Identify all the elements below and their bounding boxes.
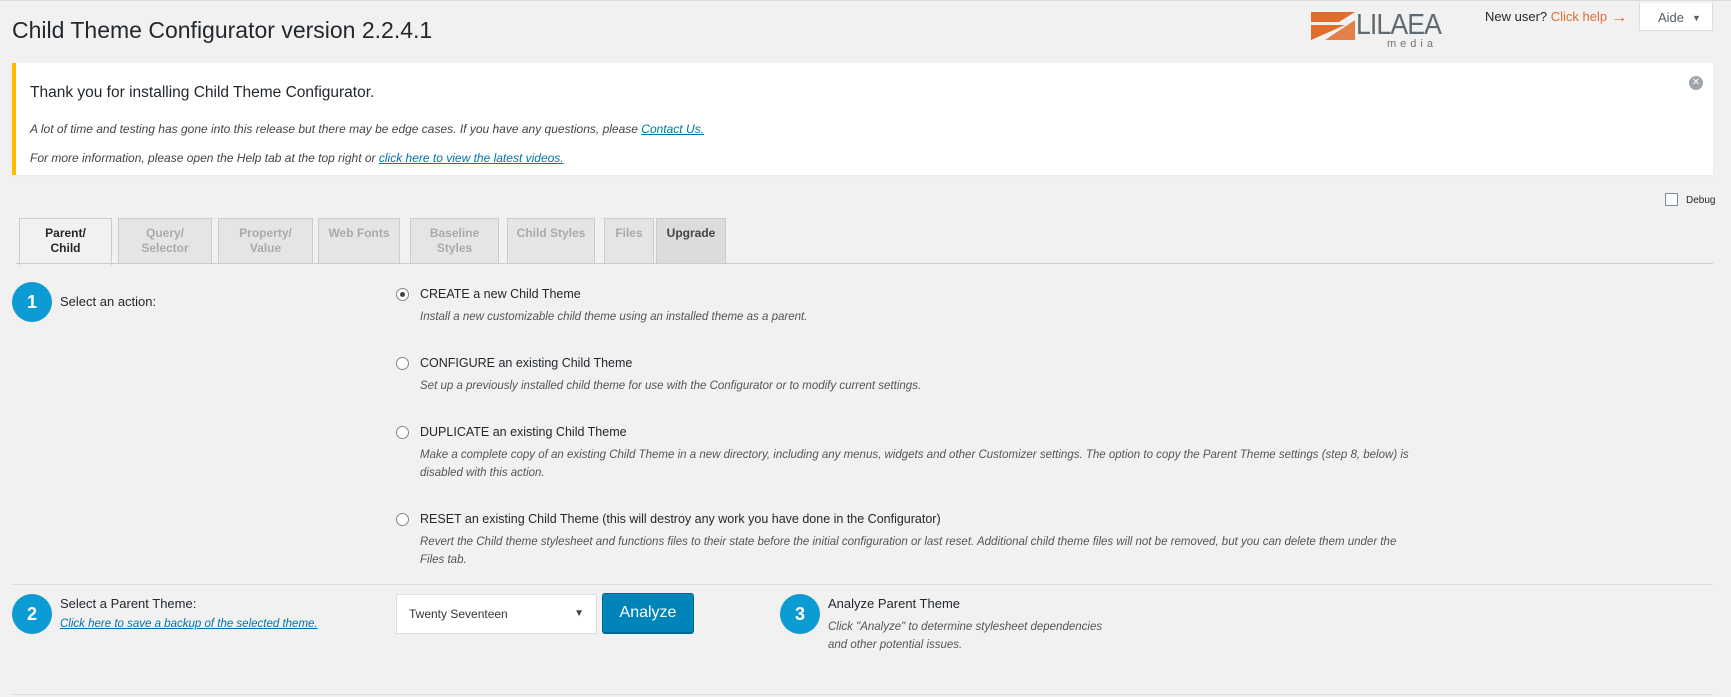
radio-create[interactable] bbox=[396, 288, 409, 301]
step-3-label: Analyze Parent Theme bbox=[828, 596, 960, 611]
step-3-desc-line2: and other potential issues. bbox=[828, 639, 963, 651]
step-2-label: Select a Parent Theme: bbox=[60, 596, 197, 611]
help-tab-button[interactable]: Aide ▼ bbox=[1639, 3, 1713, 31]
parent-theme-value: Twenty Seventeen bbox=[409, 607, 508, 621]
step-2-badge: 2 bbox=[12, 594, 52, 634]
option-description: Set up a previously installed child them… bbox=[420, 380, 922, 392]
debug-toggle[interactable]: Debug bbox=[1665, 193, 1715, 206]
tab-label-line1: Files bbox=[615, 226, 643, 240]
step-3-badge: 3 bbox=[780, 594, 820, 634]
radio-configure[interactable] bbox=[396, 357, 409, 370]
tab-property-value[interactable]: Property/ Value bbox=[218, 218, 313, 264]
lilaea-logo[interactable]: LILAEA media bbox=[1311, 8, 1459, 52]
option-title: CREATE a new Child Theme bbox=[420, 287, 581, 301]
analyze-button[interactable]: Analyze bbox=[602, 593, 694, 633]
tab-label-line1: Web Fonts bbox=[328, 226, 390, 240]
videos-link[interactable]: click here to view the latest videos. bbox=[379, 151, 564, 165]
tab-upgrade[interactable]: Upgrade bbox=[656, 218, 726, 264]
click-help-link[interactable]: Click help bbox=[1551, 9, 1607, 24]
install-notice: Thank you for installing Child Theme Con… bbox=[12, 63, 1713, 175]
tab-label-line1: Baseline bbox=[429, 226, 480, 240]
radio-duplicate[interactable] bbox=[396, 426, 409, 439]
tab-query-selector[interactable]: Query/ Selector bbox=[118, 218, 212, 264]
notice-line-1: A lot of time and testing has gone into … bbox=[30, 122, 704, 136]
tab-label-line1: Parent/ bbox=[45, 226, 86, 240]
page-title: Child Theme Configurator version 2.2.4.1 bbox=[12, 17, 433, 43]
notice-line-2: For more information, please open the He… bbox=[30, 151, 564, 165]
tab-label-line1: Upgrade bbox=[666, 226, 716, 240]
tab-label-line2: Value bbox=[249, 241, 282, 255]
tab-label-line2: Selector bbox=[141, 241, 189, 255]
new-user-text: New user? bbox=[1485, 9, 1548, 24]
option-description: Make a complete copy of an existing Chil… bbox=[420, 449, 1409, 479]
option-description: Install a new customizable child theme u… bbox=[420, 311, 808, 323]
lilaea-logo-mark-icon bbox=[1311, 12, 1355, 40]
bottom-divider bbox=[12, 694, 1713, 695]
step-3-description: Click "Analyze" to determine stylesheet … bbox=[828, 618, 1102, 654]
option-title: DUPLICATE an existing Child Theme bbox=[420, 425, 627, 439]
logo-subtitle: media bbox=[1387, 38, 1437, 50]
option-description: Revert the Child theme stylesheet and fu… bbox=[420, 536, 1397, 566]
notice-title: Thank you for installing Child Theme Con… bbox=[30, 84, 375, 101]
option-title: CONFIGURE an existing Child Theme bbox=[420, 356, 633, 370]
tab-label-line1: Child Styles bbox=[516, 226, 586, 240]
step-3-desc-line1: Click "Analyze" to determine stylesheet … bbox=[828, 621, 1103, 633]
tab-baseline-styles[interactable]: Baseline Styles bbox=[410, 218, 499, 264]
tab-child-styles[interactable]: Child Styles bbox=[507, 218, 595, 264]
arrow-right-icon: → bbox=[1611, 9, 1628, 26]
tab-web-fonts[interactable]: Web Fonts bbox=[318, 218, 400, 264]
tab-label-line1: Property/ bbox=[239, 226, 292, 240]
step-1-badge: 1 bbox=[12, 282, 52, 322]
dismiss-notice-icon[interactable]: ✕ bbox=[1689, 76, 1703, 90]
debug-label: Debug bbox=[1686, 195, 1716, 206]
notice-line-1-text: A lot of time and testing has gone into … bbox=[30, 122, 642, 136]
tab-label-line2: Child bbox=[50, 241, 81, 255]
top-border bbox=[0, 0, 1731, 1]
backup-theme-link[interactable]: Click here to save a backup of the selec… bbox=[60, 618, 318, 630]
dropdown-arrow-icon: ▼ bbox=[574, 608, 584, 619]
tab-files[interactable]: Files bbox=[604, 218, 654, 264]
section-divider bbox=[12, 584, 1713, 585]
radio-reset[interactable] bbox=[396, 513, 409, 526]
help-tab-label: Aide bbox=[1658, 10, 1685, 25]
notice-line-2-text: For more information, please open the He… bbox=[30, 151, 379, 165]
step-1-label: Select an action: bbox=[60, 294, 157, 309]
parent-theme-select[interactable]: Twenty Seventeen ▼ bbox=[396, 594, 597, 634]
tab-parent-child[interactable]: Parent/ Child bbox=[19, 218, 112, 265]
debug-checkbox[interactable] bbox=[1665, 193, 1678, 206]
new-user-help: New user? Click help → bbox=[1485, 9, 1627, 27]
caret-down-icon: ▼ bbox=[1692, 13, 1701, 23]
option-title: RESET an existing Child Theme (this will… bbox=[420, 512, 941, 526]
tab-label-line2: Styles bbox=[436, 241, 473, 255]
tabs-divider bbox=[16, 263, 1713, 264]
contact-us-link[interactable]: Contact Us. bbox=[641, 122, 704, 136]
tab-label-line1: Query/ bbox=[145, 226, 184, 240]
